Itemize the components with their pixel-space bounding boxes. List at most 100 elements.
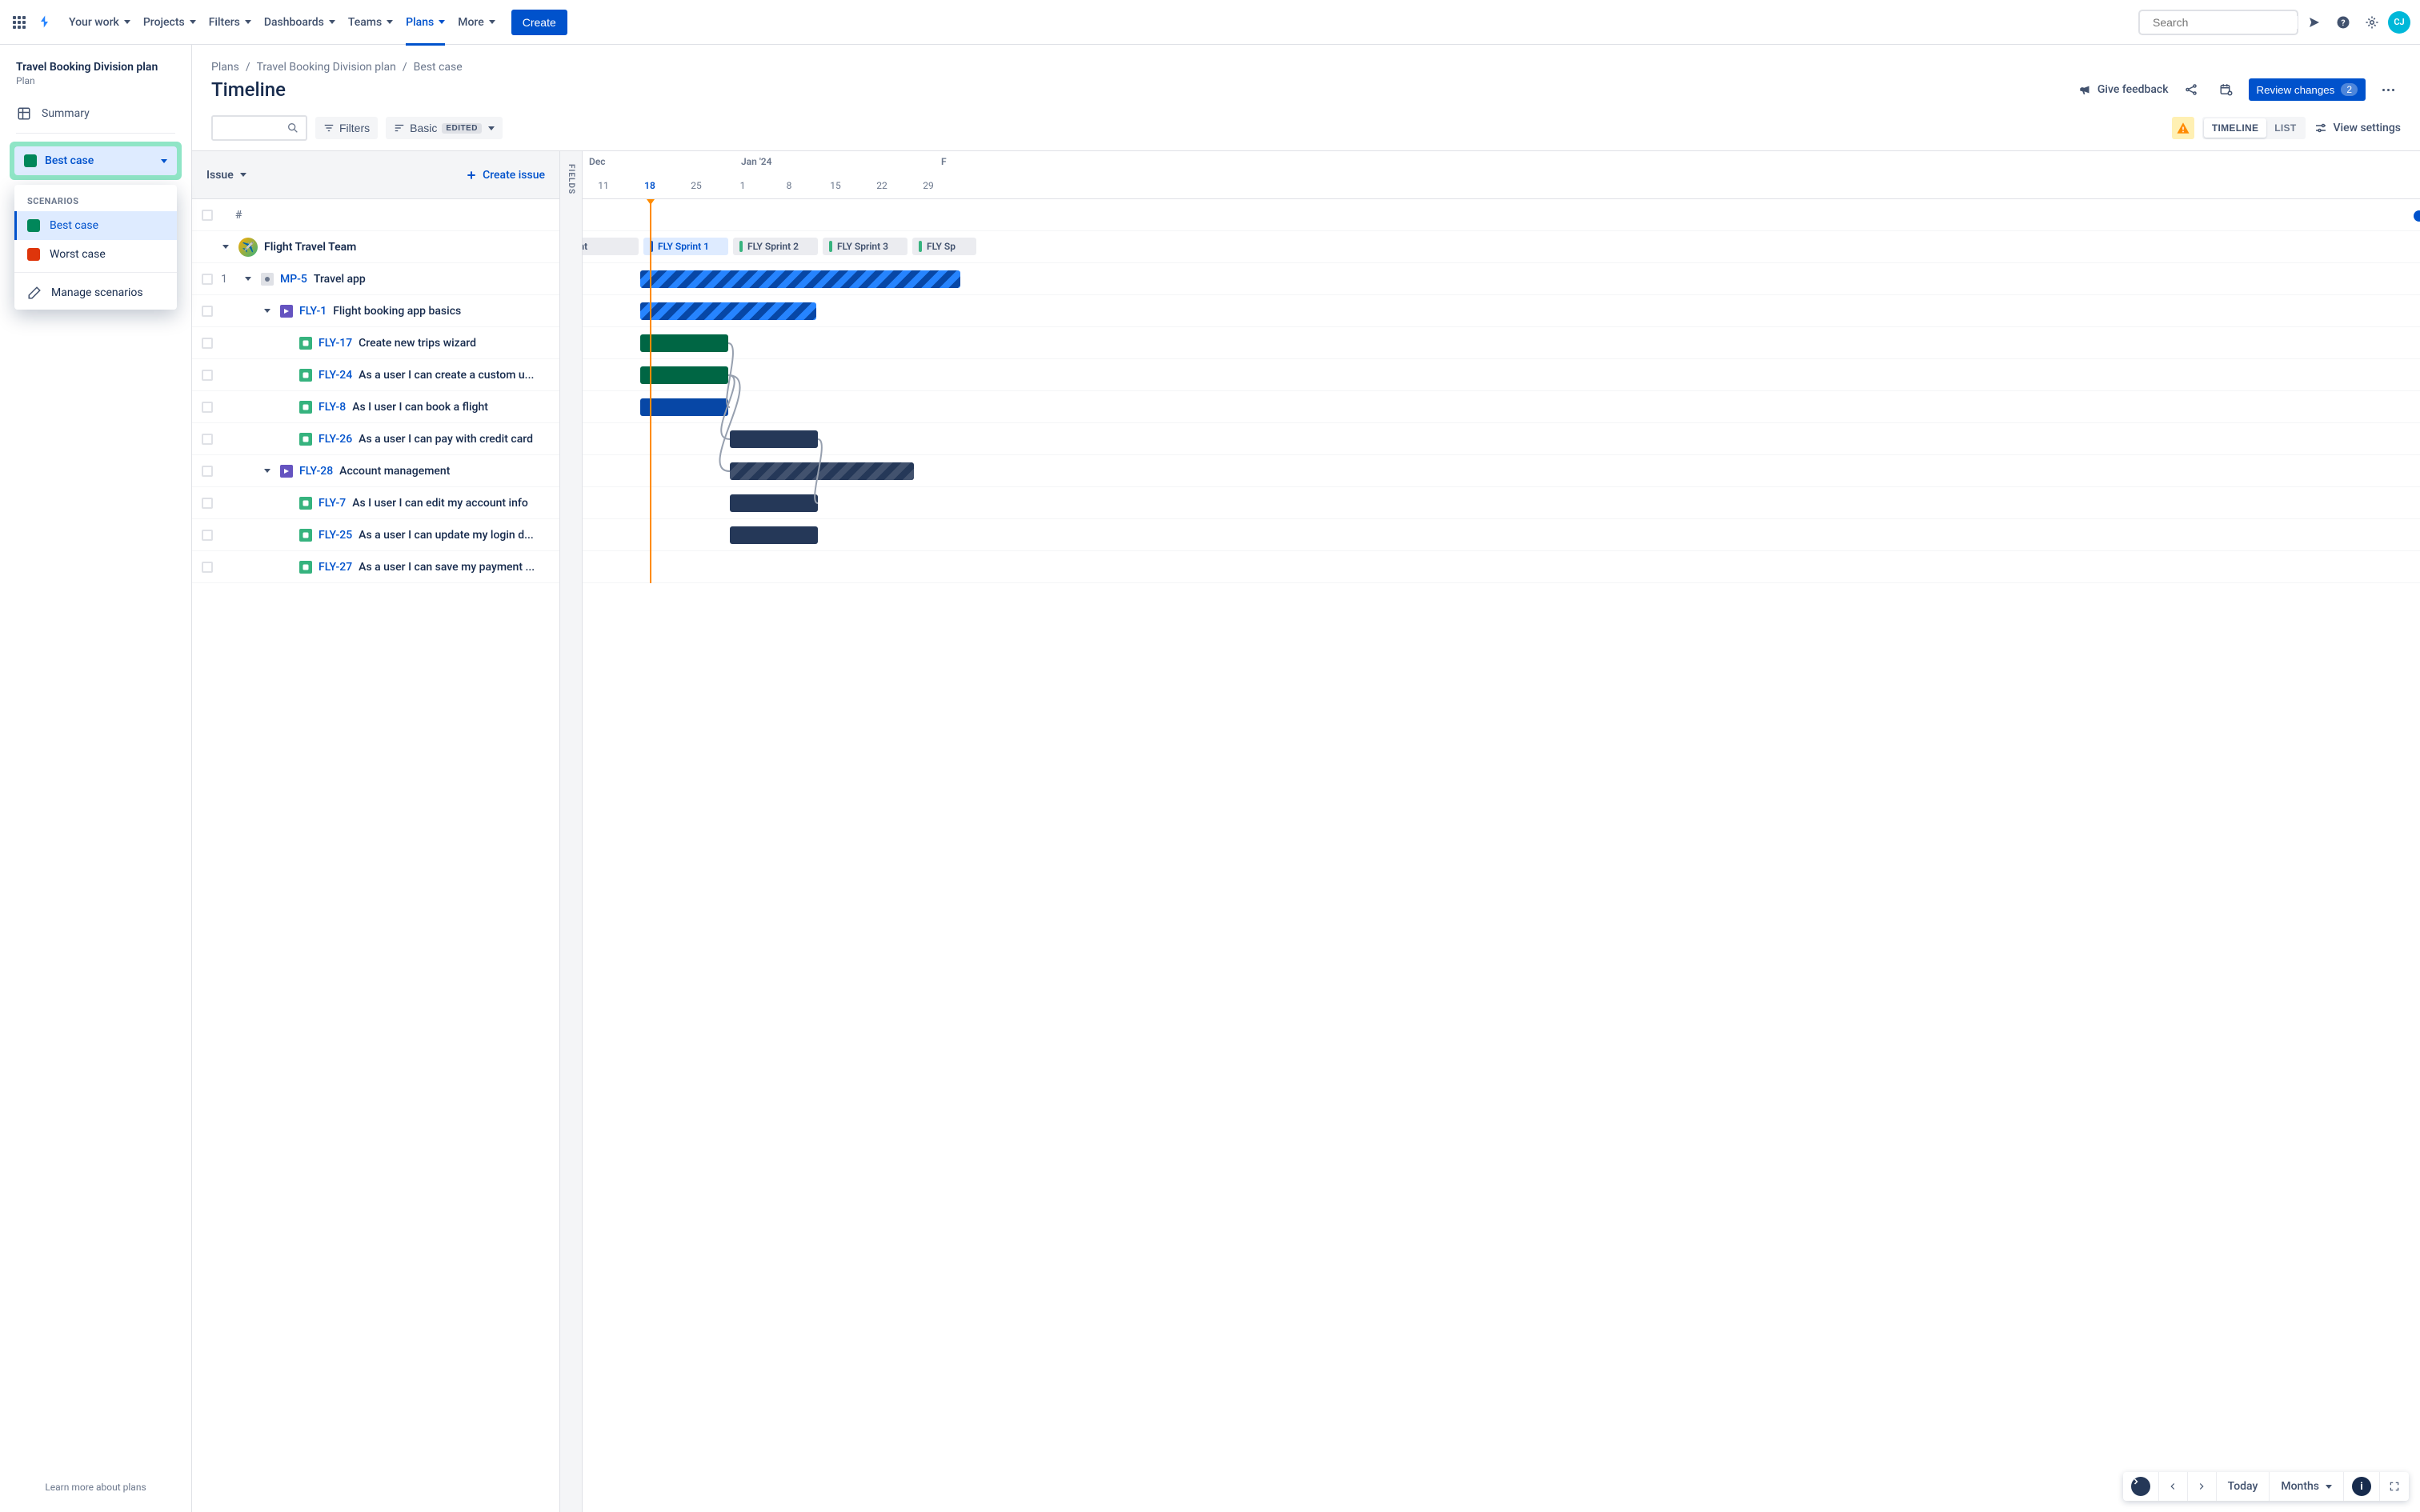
breadcrumb-link[interactable]: Best case [414, 61, 463, 74]
help-icon[interactable]: ? [2330, 10, 2356, 35]
review-changes-button[interactable]: Review changes 2 [2249, 78, 2366, 101]
sprint-pill[interactable]: t sprint [583, 238, 639, 255]
warnings-button[interactable] [2172, 117, 2194, 139]
tab-list[interactable]: LIST [2266, 118, 2304, 138]
today-button[interactable]: Today [2217, 1472, 2270, 1501]
timeline-day-label: 1 [740, 180, 746, 191]
app-switcher-icon[interactable] [10, 13, 29, 32]
issue-checkbox[interactable] [202, 434, 213, 445]
expand-toggle[interactable] [261, 305, 274, 318]
search-input[interactable] [2153, 16, 2298, 29]
issue-checkbox[interactable] [202, 306, 213, 317]
issue-row[interactable]: ✈️Flight Travel Team [192, 231, 559, 263]
sprint-pill[interactable]: FLY Sprint 1 [643, 238, 728, 255]
learn-more-link[interactable]: Learn more about plans [6, 1472, 185, 1502]
nav-teams[interactable]: Teams [342, 10, 399, 35]
issue-row[interactable]: FLY-27As a user I can save my payment ..… [192, 551, 559, 583]
manage-scenarios-button[interactable]: Manage scenarios [14, 276, 177, 310]
issue-checkbox[interactable] [202, 370, 213, 381]
nav-more[interactable]: More [451, 10, 502, 35]
nav-filters[interactable]: Filters [202, 10, 258, 35]
breadcrumb-link[interactable]: Travel Booking Division plan [257, 61, 396, 74]
expand-toggle[interactable] [261, 465, 274, 478]
gantt-bar[interactable] [640, 398, 728, 416]
issue-checkbox[interactable] [202, 402, 213, 413]
notifications-icon[interactable] [2302, 10, 2327, 35]
issue-row[interactable]: 1MP-5Travel app [192, 263, 559, 295]
gantt-bar[interactable] [640, 270, 960, 288]
filters-button[interactable]: Filters [315, 117, 378, 139]
auto-schedule-button[interactable] [2214, 77, 2239, 102]
tab-timeline[interactable]: TIMELINE [2204, 118, 2266, 138]
nav-projects[interactable]: Projects [137, 10, 202, 35]
global-search[interactable] [2138, 10, 2298, 35]
nav-plans[interactable]: Plans [399, 10, 451, 35]
issue-key-link[interactable]: FLY-26 [319, 433, 352, 446]
issue-checkbox[interactable] [202, 530, 213, 541]
prev-button[interactable] [2159, 1472, 2188, 1501]
user-avatar[interactable]: CJ [2388, 11, 2410, 34]
gantt-bar[interactable] [730, 494, 818, 512]
issue-row[interactable]: FLY-8As I user I can book a flight [192, 391, 559, 423]
view-settings-button[interactable]: View settings [2314, 121, 2401, 135]
scroll-back-button[interactable] [2123, 1472, 2159, 1501]
issue-key-link[interactable]: FLY-17 [319, 337, 352, 350]
select-all-checkbox[interactable] [202, 210, 213, 221]
give-feedback-button[interactable]: Give feedback [2078, 82, 2169, 97]
issue-key-link[interactable]: FLY-1 [299, 305, 327, 318]
create-issue-button[interactable]: Create issue [465, 169, 545, 182]
expand-toggle[interactable] [242, 273, 254, 286]
issue-row[interactable]: FLY-28Account management [192, 455, 559, 487]
sprint-pill[interactable]: FLY Sprint 3 [823, 238, 908, 255]
nav-dashboards[interactable]: Dashboards [258, 10, 342, 35]
scenario-dropdown-button[interactable]: Best case [14, 146, 177, 175]
issue-row[interactable]: FLY-1Flight booking app basics [192, 295, 559, 327]
issue-key-link[interactable]: FLY-27 [319, 561, 352, 574]
jira-logo-icon[interactable] [38, 11, 53, 34]
more-actions-button[interactable] [2375, 77, 2401, 102]
issue-row[interactable]: FLY-26As a user I can pay with credit ca… [192, 423, 559, 455]
issue-key-link[interactable]: FLY-24 [319, 369, 352, 382]
issue-key-link[interactable]: FLY-25 [319, 529, 352, 542]
issue-key-link[interactable]: MP-5 [280, 273, 307, 286]
sprint-pill[interactable]: FLY Sp [912, 238, 976, 255]
issue-checkbox[interactable] [202, 274, 213, 285]
fullscreen-button[interactable] [2380, 1472, 2409, 1501]
scenario-option[interactable]: Worst case [14, 240, 177, 269]
breadcrumb-link[interactable]: Plans [211, 61, 239, 74]
issue-checkbox[interactable] [202, 562, 213, 573]
issue-checkbox[interactable] [202, 338, 213, 349]
fields-panel-toggle[interactable]: FIELDS [560, 151, 583, 1512]
issue-row[interactable]: FLY-17Create new trips wizard [192, 327, 559, 359]
scale-dropdown[interactable]: Months [2270, 1472, 2344, 1501]
gantt-bar[interactable] [640, 334, 728, 352]
issue-checkbox[interactable] [202, 466, 213, 477]
share-button[interactable] [2178, 77, 2204, 102]
gantt-bar[interactable] [640, 302, 816, 320]
legend-button[interactable]: i [2344, 1472, 2380, 1501]
expand-toggle[interactable] [219, 241, 232, 254]
create-button[interactable]: Create [511, 10, 567, 35]
issue-key-link[interactable]: FLY-7 [319, 497, 346, 510]
issue-key-link[interactable]: FLY-8 [319, 401, 346, 414]
gantt-bar[interactable] [730, 462, 914, 480]
issue-row[interactable]: FLY-25As a user I can update my login d.… [192, 519, 559, 551]
nav-your-work[interactable]: Your work [62, 10, 137, 35]
scenario-option[interactable]: Best case [14, 211, 177, 240]
sidebar-item-summary[interactable]: Summary [6, 99, 185, 128]
scenario-swatch-icon [24, 154, 37, 167]
gantt-bar[interactable] [640, 366, 728, 384]
sprint-pill[interactable]: FLY Sprint 2 [733, 238, 818, 255]
next-button[interactable] [2188, 1472, 2217, 1501]
issue-checkbox[interactable] [202, 498, 213, 509]
issue-column-header[interactable]: Issue [206, 169, 246, 182]
issue-key-link[interactable]: FLY-28 [299, 465, 333, 478]
settings-icon[interactable] [2359, 10, 2385, 35]
issue-row[interactable]: FLY-7As I user I can edit my account inf… [192, 487, 559, 519]
issue-search-input[interactable] [211, 115, 307, 141]
release-marker[interactable] [2414, 210, 2420, 222]
hierarchy-dropdown[interactable]: Basic EDITED [386, 117, 503, 139]
issue-row[interactable]: FLY-24As a user I can create a custom u.… [192, 359, 559, 391]
gantt-bar[interactable] [730, 526, 818, 544]
gantt-bar[interactable] [730, 430, 818, 448]
